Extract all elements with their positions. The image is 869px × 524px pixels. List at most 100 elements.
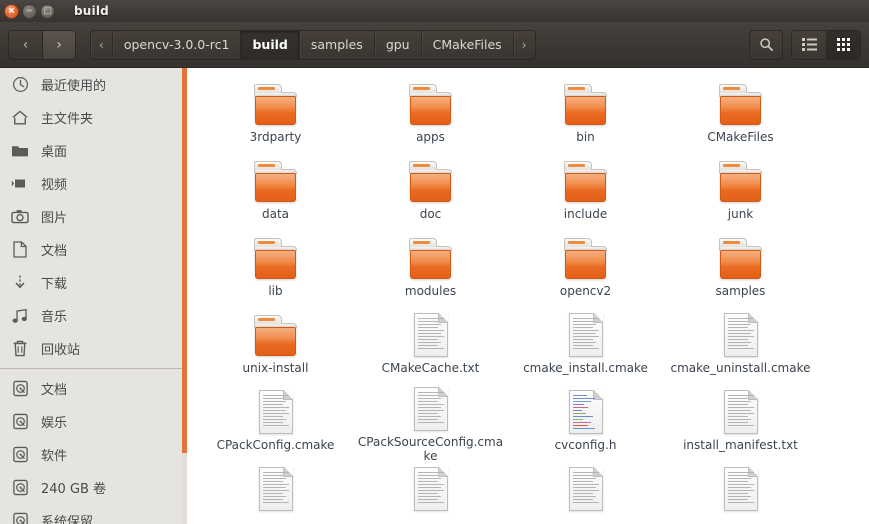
sidebar-item-label: 最近使用的 [41, 79, 107, 94]
file-item[interactable] [508, 463, 663, 524]
forward-button[interactable]: › [42, 30, 75, 59]
folder-item[interactable]: include [508, 155, 663, 232]
grid-view-button[interactable] [826, 30, 860, 59]
sidebar-item-label: 下载 [41, 277, 68, 292]
folder-icon [562, 84, 609, 126]
folder-item[interactable]: modules [353, 232, 508, 309]
sidebar-item-1[interactable]: 主文件夹 [0, 101, 182, 134]
sidebar-item-3[interactable]: 视频 [0, 167, 182, 200]
file-list-area[interactable]: 3rdparty apps bin CMakeFiles data doc in… [182, 68, 869, 524]
file-item[interactable]: cvconfig.h [508, 386, 663, 463]
music-icon [9, 305, 31, 327]
search-icon [759, 37, 774, 52]
drive-icon [9, 411, 31, 433]
folder-item[interactable]: CMakeFiles [663, 78, 818, 155]
sidebar-item-2[interactable]: 桌面 [0, 134, 182, 167]
breadcrumb-item[interactable]: build [241, 30, 300, 59]
file-item[interactable]: cmake_install.cmake [508, 309, 663, 386]
folder-item[interactable]: apps [353, 78, 508, 155]
sidebar-item-4[interactable]: 图片 [0, 200, 182, 233]
maximize-button[interactable]: □ [40, 3, 55, 19]
breadcrumb-arrow[interactable]: › [514, 31, 535, 59]
close-button[interactable]: × [4, 3, 19, 19]
file-item[interactable]: CMakeCache.txt [353, 309, 508, 386]
folder-item[interactable]: samples [663, 232, 818, 309]
folder-icon [9, 140, 31, 162]
sidebar: 最近使用的 主文件夹 桌面 视频 图片 文档 下载 音乐 回收站 文档 娱乐 软件 240 GB 卷系统… [0, 68, 182, 524]
folder-icon [717, 238, 764, 280]
sidebar-item-10[interactable]: 文档 [0, 372, 182, 405]
file-item[interactable]: CPackSourceConfig.cmake [353, 386, 508, 463]
item-label: cmake_uninstall.cmake [670, 361, 811, 375]
text-file-icon [413, 387, 448, 431]
item-label: data [261, 207, 290, 221]
breadcrumb-item[interactable]: CMakeFiles [422, 30, 514, 59]
file-item[interactable]: cmake_uninstall.cmake [663, 309, 818, 386]
camera-icon [9, 206, 31, 228]
sidebar-item-11[interactable]: 娱乐 [0, 405, 182, 438]
item-icon-wrap [407, 232, 454, 280]
navigation-buttons: ‹ › [8, 29, 76, 60]
breadcrumb: ‹ opencv-3.0.0-rc1 build samples gpu CMakeFil… [90, 29, 536, 60]
item-label: opencv2 [559, 284, 612, 298]
content-scrollbar-thumb[interactable] [182, 68, 187, 453]
source-code-file-icon [568, 390, 603, 434]
file-item[interactable]: CPackConfig.cmake [198, 386, 353, 463]
minimize-button[interactable]: − [22, 3, 37, 19]
sidebar-item-14[interactable]: 系统保留 [0, 504, 182, 524]
folder-icon [252, 315, 299, 357]
item-label: samples [715, 284, 766, 298]
breadcrumb-item[interactable]: samples [300, 30, 375, 59]
folder-item[interactable]: lib [198, 232, 353, 309]
icon-grid: 3rdparty apps bin CMakeFiles data doc in… [190, 68, 869, 524]
breadcrumb-item[interactable]: opencv-3.0.0-rc1 [113, 30, 242, 59]
item-icon-wrap [407, 78, 454, 126]
folder-icon [717, 161, 764, 203]
sidebar-item-label: 娱乐 [41, 416, 68, 431]
item-icon-wrap [717, 155, 764, 203]
file-item[interactable]: install_manifest.txt [663, 386, 818, 463]
file-item[interactable] [198, 463, 353, 524]
list-view-button[interactable] [792, 30, 826, 59]
file-item[interactable] [353, 463, 508, 524]
sidebar-item-label: 回收站 [41, 343, 81, 358]
folder-icon [252, 238, 299, 280]
item-label: CPackConfig.cmake [216, 438, 335, 452]
sidebar-item-label: 图片 [41, 211, 68, 226]
sidebar-item-5[interactable]: 文档 [0, 233, 182, 266]
item-icon-wrap [252, 78, 299, 126]
text-file-icon [568, 467, 603, 511]
item-icon-wrap [717, 232, 764, 280]
item-label: junk [727, 207, 754, 221]
folder-item[interactable]: doc [353, 155, 508, 232]
sidebar-separator [0, 368, 182, 369]
folder-icon [407, 84, 454, 126]
folder-item[interactable]: 3rdparty [198, 78, 353, 155]
folder-item[interactable]: bin [508, 78, 663, 155]
sidebar-item-13[interactable]: 240 GB 卷 [0, 471, 182, 504]
text-file-icon [258, 467, 293, 511]
folder-icon [252, 84, 299, 126]
item-icon-wrap [723, 463, 758, 511]
toolbar-right-group [741, 29, 861, 60]
item-icon-wrap [252, 232, 299, 280]
breadcrumb-arrow[interactable]: ‹ [91, 30, 113, 59]
file-item[interactable] [663, 463, 818, 524]
item-icon-wrap [258, 463, 293, 511]
sidebar-item-6[interactable]: 下载 [0, 266, 182, 299]
trash-icon [9, 338, 31, 360]
back-button[interactable]: ‹ [9, 30, 42, 59]
sidebar-item-12[interactable]: 软件 [0, 438, 182, 471]
search-button[interactable] [749, 29, 783, 60]
sidebar-item-7[interactable]: 音乐 [0, 299, 182, 332]
folder-item[interactable]: opencv2 [508, 232, 663, 309]
folder-item[interactable]: unix-install [198, 309, 353, 386]
breadcrumb-item[interactable]: gpu [375, 30, 422, 59]
sidebar-item-0[interactable]: 最近使用的 [0, 68, 182, 101]
text-file-icon [413, 313, 448, 357]
item-icon-wrap [407, 155, 454, 203]
sidebar-item-8[interactable]: 回收站 [0, 332, 182, 365]
folder-item[interactable]: junk [663, 155, 818, 232]
item-label: cvconfig.h [554, 438, 617, 452]
folder-item[interactable]: data [198, 155, 353, 232]
